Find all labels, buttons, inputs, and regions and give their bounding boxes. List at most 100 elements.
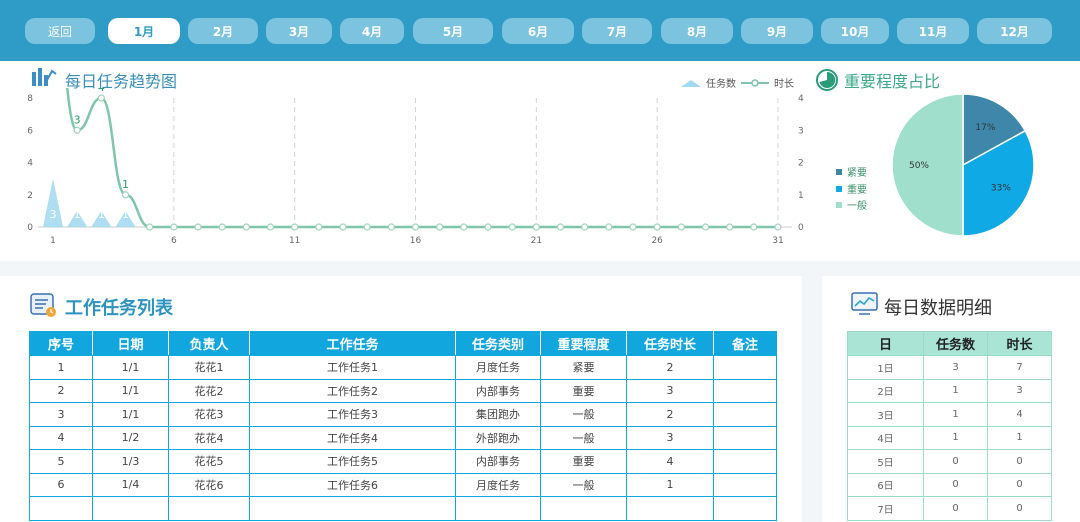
cell: 2日 bbox=[847, 378, 924, 403]
cell: 1 bbox=[626, 472, 714, 497]
legend-swatch bbox=[836, 185, 842, 192]
cell: 花花5 bbox=[168, 449, 250, 474]
month-button-dec[interactable]: 12月 bbox=[977, 18, 1052, 44]
task-count-data-label: 1 bbox=[122, 208, 129, 221]
table-row: 2 1/1 花花2 工作任务2 内部事务 重要 3 bbox=[29, 378, 777, 403]
hours-point bbox=[436, 223, 444, 231]
hours-point bbox=[508, 223, 516, 231]
table-row: 3 1/1 花花3 工作任务3 集团跑办 一般 2 bbox=[29, 402, 777, 427]
month-button-jun[interactable]: 6月 bbox=[502, 18, 574, 44]
hours-point bbox=[97, 94, 105, 102]
cell: 工作任务5 bbox=[249, 449, 456, 474]
cell: 0 bbox=[923, 496, 988, 521]
month-button-oct[interactable]: 10月 bbox=[821, 18, 889, 44]
cell: 6 bbox=[29, 472, 93, 497]
cell: 4日 bbox=[847, 425, 924, 450]
cell: 工作任务6 bbox=[249, 472, 456, 497]
cell bbox=[713, 355, 777, 380]
y-right-tick-label: 1 bbox=[798, 191, 804, 201]
cell: 1 bbox=[923, 402, 988, 427]
hours-point bbox=[701, 223, 710, 231]
hours-point bbox=[629, 223, 637, 231]
cell: 3 bbox=[626, 425, 714, 450]
x-tick-label: 16 bbox=[410, 236, 422, 246]
cell: 工作任务3 bbox=[249, 402, 456, 427]
cell bbox=[540, 496, 627, 521]
hours-point bbox=[532, 223, 540, 231]
task-count-data-label: 3 bbox=[50, 208, 57, 221]
x-tick-label: 21 bbox=[531, 236, 542, 246]
cell: 1/1 bbox=[92, 378, 169, 403]
pie-chart-icon bbox=[816, 69, 838, 91]
y-right-tick-label: 2 bbox=[798, 159, 804, 169]
cell: 紧要 bbox=[540, 355, 627, 380]
month-button-mar[interactable]: 3月 bbox=[266, 18, 332, 44]
pie-slice-label: 50% bbox=[909, 161, 929, 171]
hours-point bbox=[726, 223, 734, 231]
cell bbox=[92, 496, 169, 521]
month-button-aug[interactable]: 8月 bbox=[661, 18, 733, 44]
cell: 7 bbox=[987, 355, 1052, 380]
month-button-feb[interactable]: 2月 bbox=[188, 18, 258, 44]
task-list-title: 工作任务列表 bbox=[65, 298, 173, 319]
cell: 5 bbox=[29, 449, 93, 474]
area-legend-icon bbox=[681, 79, 701, 87]
hours-point bbox=[170, 223, 178, 231]
cell: 花花1 bbox=[168, 355, 250, 380]
month-button-apr[interactable]: 4月 bbox=[340, 18, 404, 44]
pie-legend-urgent: 紧要 bbox=[836, 164, 867, 179]
hours-point bbox=[605, 223, 613, 231]
cell: 2 bbox=[626, 402, 714, 427]
cell: 2 bbox=[626, 355, 714, 380]
hours-point bbox=[556, 223, 565, 231]
cell: 集团跑办 bbox=[455, 402, 541, 427]
cell bbox=[249, 496, 456, 521]
daily-detail-table: 日 任务数 时长 1日 3 7 2日 1 3 3日 1 4 4日 1 1 5日 … bbox=[847, 331, 1052, 521]
importance-pie-chart: 17% 33% 50% bbox=[891, 93, 1035, 237]
cell bbox=[713, 402, 777, 427]
hours-point bbox=[774, 223, 782, 231]
pie-slice-label: 17% bbox=[975, 123, 995, 133]
y-left-tick-label: 2 bbox=[27, 191, 33, 201]
cell: 3 bbox=[923, 355, 988, 380]
cell bbox=[713, 472, 777, 497]
back-button[interactable]: 返回 bbox=[25, 18, 95, 44]
cell: 月度任务 bbox=[455, 472, 541, 497]
y-right-tick-label: 3 bbox=[798, 126, 804, 136]
hours-point bbox=[750, 223, 758, 231]
table-row: 4 1/2 花花4 工作任务4 外部跑办 一般 3 bbox=[29, 425, 777, 450]
x-tick-label: 11 bbox=[289, 236, 300, 246]
y-left-tick-label: 0 bbox=[27, 223, 33, 233]
month-button-jan[interactable]: 1月 bbox=[108, 18, 180, 44]
cell: 1/1 bbox=[92, 355, 169, 380]
hours-point bbox=[339, 223, 347, 231]
cell: 7日 bbox=[847, 496, 924, 521]
header-category: 任务类别 bbox=[455, 331, 541, 356]
hours-point bbox=[194, 223, 202, 231]
month-button-sep[interactable]: 9月 bbox=[741, 18, 813, 44]
x-tick-label: 26 bbox=[651, 236, 663, 246]
month-button-jul[interactable]: 7月 bbox=[582, 18, 652, 44]
cell bbox=[455, 496, 541, 521]
hours-point bbox=[653, 223, 661, 231]
cell: 工作任务4 bbox=[249, 425, 456, 450]
daily-table-header: 日 任务数 时长 bbox=[847, 331, 1052, 356]
hours-point bbox=[677, 223, 685, 231]
hours-point bbox=[363, 223, 371, 231]
month-button-nov[interactable]: 11月 bbox=[897, 18, 969, 44]
cell: 1 bbox=[923, 425, 988, 450]
header-task-count: 任务数 bbox=[923, 331, 988, 356]
header-task: 工作任务 bbox=[249, 331, 456, 356]
cell: 0 bbox=[987, 449, 1052, 474]
cell: 1 bbox=[923, 378, 988, 403]
cell bbox=[168, 496, 250, 521]
hours-point bbox=[121, 191, 130, 199]
month-button-may[interactable]: 5月 bbox=[413, 18, 493, 44]
cell: 1/1 bbox=[92, 402, 169, 427]
legend-swatch bbox=[836, 201, 842, 208]
daily-detail-title: 每日数据明细 bbox=[884, 298, 992, 319]
importance-chart-title: 重要程度占比 bbox=[844, 72, 941, 91]
x-tick-label: 6 bbox=[171, 236, 177, 246]
table-row: 1 1/1 花花1 工作任务1 月度任务 紧要 2 bbox=[29, 355, 777, 380]
cell bbox=[626, 496, 714, 521]
